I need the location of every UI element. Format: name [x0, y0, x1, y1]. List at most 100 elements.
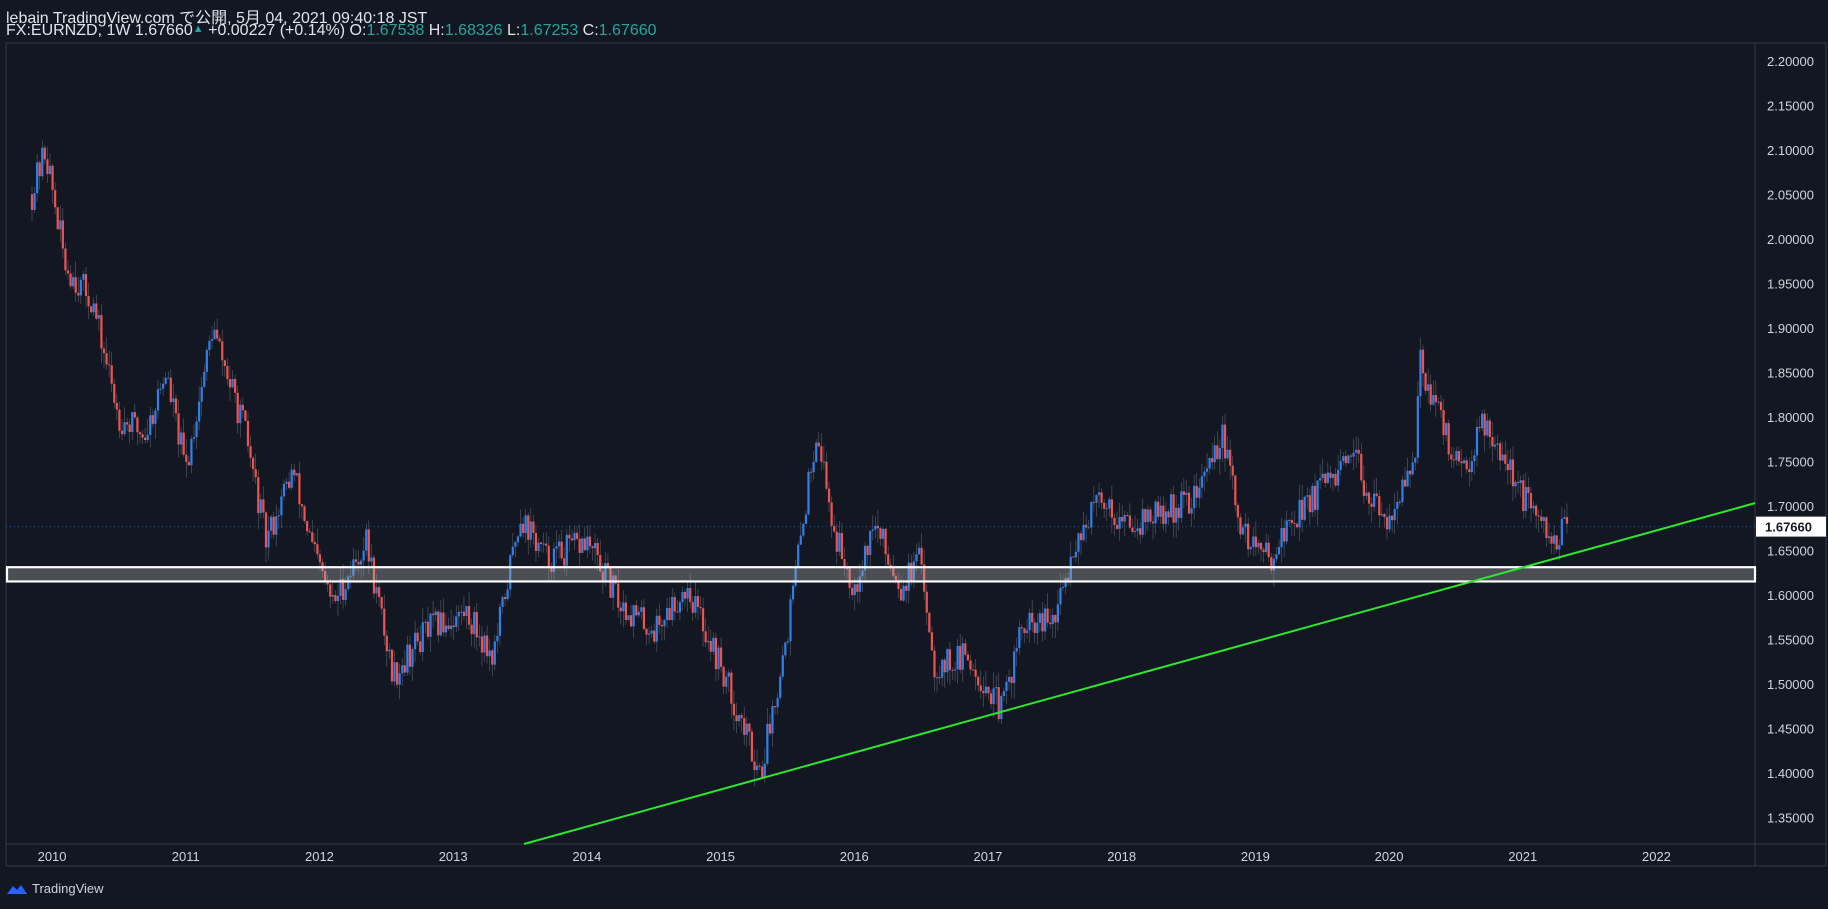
candle-body: [791, 585, 795, 600]
candle-body: [689, 587, 692, 603]
candle-body: [851, 587, 854, 596]
candle-body: [786, 641, 790, 643]
candle-body: [1211, 458, 1214, 463]
candle-body: [154, 410, 157, 424]
candle-body: [293, 469, 296, 476]
candle-body: [123, 422, 126, 435]
candle-body: [1252, 536, 1255, 547]
year-tick-label: 2020: [1375, 849, 1404, 864]
candle-body: [678, 602, 682, 613]
candle-body: [1231, 465, 1234, 476]
candle-body: [1259, 542, 1263, 550]
candle-body: [691, 602, 694, 613]
candle-body: [473, 612, 476, 635]
candle-body: [84, 274, 88, 297]
candle-body: [203, 371, 206, 387]
candle-body: [866, 545, 869, 556]
candle-body: [252, 457, 255, 470]
candle-body: [1457, 450, 1461, 462]
candle-body: [1478, 426, 1481, 429]
candle-body: [1000, 695, 1003, 720]
candle-body: [1033, 622, 1036, 634]
candle-body: [1144, 509, 1147, 523]
candle-body: [108, 364, 111, 366]
candle-body: [467, 606, 471, 625]
candle-body: [1334, 473, 1337, 486]
candle-body: [303, 506, 306, 522]
candle-body: [149, 415, 152, 435]
candle-body: [375, 587, 378, 594]
candle-body: [1470, 461, 1473, 473]
candle-body: [56, 207, 59, 230]
candle-body: [282, 483, 286, 497]
candle-body: [1049, 622, 1052, 625]
candle-body: [534, 532, 538, 551]
candle-body: [1221, 424, 1224, 449]
candle-body: [1072, 556, 1075, 558]
candle-body: [719, 647, 723, 667]
candle-body: [64, 248, 67, 271]
candle-body: [570, 538, 574, 541]
candle-body: [709, 640, 712, 652]
candle-body: [578, 538, 581, 553]
candle-body: [1295, 523, 1299, 528]
candle-body: [491, 650, 494, 665]
candle-body: [66, 270, 70, 274]
candle-body: [935, 677, 939, 679]
candle-body: [1388, 515, 1391, 530]
candle-body: [493, 641, 496, 665]
price-chart[interactable]: 2.20000 2.15000 2.10000 2.05000 2.00000 1.950…: [0, 0, 1828, 909]
candle-body: [102, 348, 106, 354]
candle-body: [1352, 452, 1355, 457]
candle-body: [799, 535, 802, 545]
candle-body: [1432, 394, 1435, 405]
candle-body: [146, 434, 149, 441]
year-tick-label: 2014: [572, 849, 601, 864]
candle-body: [953, 669, 957, 671]
candle-body: [1419, 349, 1422, 397]
candle-body: [753, 761, 756, 771]
candle-body: [596, 542, 599, 555]
candle-body: [1421, 349, 1425, 374]
drawings-layer[interactable]: [5, 502, 1757, 845]
candle-body: [1079, 533, 1083, 541]
candle-body: [956, 645, 959, 670]
candle-body: [1241, 527, 1245, 535]
candle-body: [619, 607, 622, 612]
candle-body: [1383, 514, 1386, 518]
candle-body: [162, 383, 165, 389]
candle-body: [984, 686, 987, 694]
candle-body: [218, 338, 221, 342]
candle-body: [856, 584, 859, 592]
candle-body: [1115, 525, 1119, 529]
candle-body: [95, 303, 98, 319]
candle-body: [974, 669, 977, 677]
rising-trendline[interactable]: [523, 502, 1756, 845]
support-zone-rectangle[interactable]: [5, 566, 1757, 583]
candle-body: [701, 608, 705, 632]
candle-body: [622, 602, 625, 612]
candle-body: [455, 616, 458, 628]
candle-body: [1429, 384, 1432, 405]
candle-body: [529, 521, 532, 540]
candle-body: [1239, 517, 1242, 535]
time-axis[interactable]: 2010 2011 2012 2013 2014 2015 2016 2017 2018 2019…: [38, 849, 1671, 864]
candle-body: [737, 715, 741, 722]
candle-body: [378, 587, 381, 598]
last-price-tag: 1.67660: [1765, 520, 1812, 535]
candle-body: [591, 546, 594, 549]
candle-body: [1182, 491, 1185, 496]
candles-layer: [30, 140, 1569, 787]
price-tick-label: 2.05000: [1767, 187, 1814, 202]
candle-body: [485, 635, 489, 657]
candle-body: [827, 488, 831, 503]
candle-body: [881, 528, 885, 539]
candle-body: [1010, 676, 1013, 684]
price-axis[interactable]: 2.20000 2.15000 2.10000 2.05000 2.00000 1.950…: [6, 54, 1826, 826]
candle-body: [190, 438, 193, 466]
candle-body: [396, 662, 399, 685]
candle-body: [977, 676, 980, 686]
candle-body: [257, 477, 260, 514]
candle-body: [74, 277, 77, 293]
candle-body: [30, 194, 34, 210]
